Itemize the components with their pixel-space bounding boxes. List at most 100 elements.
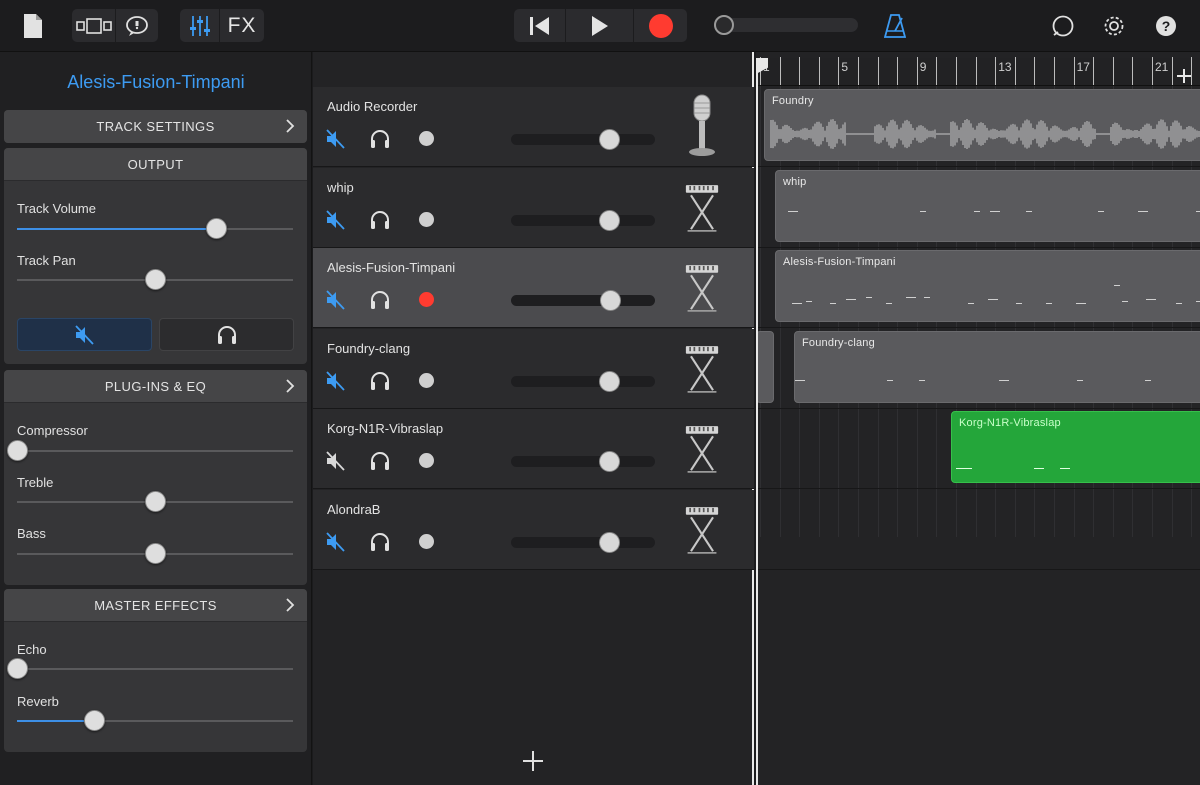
chat-button[interactable]	[116, 9, 158, 42]
output-label: OUTPUT	[127, 156, 184, 172]
play-button[interactable]	[566, 9, 634, 42]
reverb-knob[interactable]	[84, 710, 106, 731]
echo-slider[interactable]	[7, 658, 293, 679]
add-track-button[interactable]	[521, 749, 545, 773]
track-record-enable-button[interactable]	[419, 533, 434, 549]
treble-knob[interactable]	[145, 491, 166, 512]
treble-slider[interactable]	[17, 491, 293, 512]
document-icon[interactable]	[20, 12, 46, 40]
bass-slider[interactable]	[17, 543, 293, 564]
keyboard-icon[interactable]	[679, 502, 725, 568]
view-toggle-button[interactable]	[72, 9, 116, 42]
master-effects-label: MASTER EFFECTS	[94, 597, 217, 613]
track-solo-button[interactable]	[368, 208, 392, 232]
track-volume-slider[interactable]	[511, 451, 655, 472]
track-record-enable-button[interactable]	[419, 292, 434, 307]
track-solo-button[interactable]	[368, 449, 392, 473]
track-solo-button[interactable]	[368, 530, 392, 554]
bass-knob[interactable]	[145, 543, 166, 564]
track-volume-slider[interactable]	[511, 531, 655, 553]
track-pan-knob[interactable]	[145, 269, 166, 290]
track-record-enable-button[interactable]	[419, 453, 434, 468]
fx-button[interactable]: FX	[220, 9, 264, 42]
track-volume-knob[interactable]	[598, 129, 620, 150]
rewind-button[interactable]	[514, 9, 566, 42]
compressor-slider[interactable]	[7, 440, 293, 461]
metronome-button[interactable]	[882, 12, 908, 40]
loop-button[interactable]	[1049, 12, 1077, 40]
playhead[interactable]	[756, 58, 758, 785]
ruler-tick	[1191, 57, 1193, 85]
track-lane[interactable]	[756, 490, 1200, 570]
track-settings-section[interactable]: TRACK SETTINGS	[4, 110, 307, 143]
track-row[interactable]: AlondraB	[313, 489, 754, 570]
solo-button[interactable]	[159, 318, 294, 351]
track-pan-slider[interactable]	[17, 269, 293, 290]
track-mute-button[interactable]	[324, 369, 348, 393]
song-position-slider[interactable]	[714, 15, 858, 35]
track-row[interactable]: Audio Recorder	[313, 87, 754, 167]
track-volume-knob[interactable]	[600, 290, 622, 311]
track-mute-button[interactable]	[324, 127, 348, 151]
compressor-knob[interactable]	[7, 440, 28, 461]
track-settings-header[interactable]: TRACK SETTINGS	[4, 110, 307, 143]
midi-note	[887, 380, 893, 381]
add-section-button[interactable]	[1176, 68, 1192, 84]
microphone-icon[interactable]	[679, 93, 725, 159]
plugins-eq-header[interactable]: PLUG-INS & EQ	[4, 370, 307, 403]
track-solo-button[interactable]	[368, 127, 392, 151]
mute-button[interactable]	[17, 318, 152, 351]
track-volume-slider[interactable]	[511, 370, 655, 392]
region-stub[interactable]	[756, 331, 774, 403]
keyboard-icon[interactable]	[679, 180, 725, 246]
track-record-enable-button[interactable]	[419, 211, 434, 227]
record-button[interactable]	[634, 9, 687, 42]
track-row[interactable]: Alesis-Fusion-Timpani	[313, 248, 754, 328]
track-volume-knob[interactable]	[205, 218, 227, 239]
region[interactable]: whip	[775, 170, 1200, 242]
track-row[interactable]: Korg-N1R-Vibraslap	[313, 409, 754, 489]
ruler-tick	[838, 57, 840, 85]
track-volume-knob[interactable]	[598, 370, 620, 392]
keyboard-icon[interactable]	[679, 341, 725, 407]
midi-note	[1026, 211, 1032, 212]
track-mute-button[interactable]	[324, 530, 348, 554]
keyboard-icon[interactable]	[679, 260, 725, 326]
midi-note	[1016, 303, 1022, 304]
track-record-enable-button[interactable]	[419, 372, 434, 388]
help-button[interactable]: ?	[1152, 12, 1180, 40]
track-volume-knob[interactable]	[598, 531, 620, 553]
region[interactable]: Korg-N1R-Vibraslap	[951, 411, 1200, 483]
compressor-label: Compressor	[17, 423, 88, 438]
track-settings-label: TRACK SETTINGS	[96, 119, 215, 134]
track-volume-slider[interactable]	[511, 290, 655, 311]
track-row[interactable]: whip	[313, 167, 754, 248]
echo-knob[interactable]	[7, 658, 28, 679]
mixer-button[interactable]	[180, 9, 220, 42]
track-mute-button[interactable]	[324, 288, 348, 312]
bar-number: 17	[1076, 60, 1090, 74]
track-record-enable-button[interactable]	[419, 131, 434, 146]
track-solo-button[interactable]	[368, 369, 392, 393]
track-mute-button[interactable]	[324, 449, 348, 473]
track-volume-knob[interactable]	[598, 451, 620, 472]
master-effects-header[interactable]: MASTER EFFECTS	[4, 589, 307, 622]
track-mute-button[interactable]	[324, 208, 348, 232]
settings-button[interactable]	[1100, 12, 1128, 40]
track-volume-slider[interactable]	[511, 209, 655, 231]
keyboard-icon[interactable]	[679, 421, 725, 487]
region[interactable]: Foundry-clang	[794, 331, 1200, 403]
track-volume-label: Track Volume	[17, 201, 96, 216]
metronome-icon	[884, 14, 906, 38]
track-volume-slider[interactable]	[17, 218, 293, 239]
region[interactable]: Alesis-Fusion-Timpani	[775, 250, 1200, 322]
track-row[interactable]: Foundry-clang	[313, 328, 754, 409]
track-solo-button[interactable]	[368, 288, 392, 312]
track-volume-knob[interactable]	[598, 209, 620, 231]
region[interactable]: Foundry	[764, 89, 1200, 161]
bar-ruler[interactable]: 159131721	[756, 57, 1200, 86]
headphones-icon	[371, 210, 389, 229]
track-volume-slider[interactable]	[511, 129, 655, 150]
song-position-knob[interactable]	[714, 15, 734, 35]
reverb-slider[interactable]	[17, 710, 293, 731]
